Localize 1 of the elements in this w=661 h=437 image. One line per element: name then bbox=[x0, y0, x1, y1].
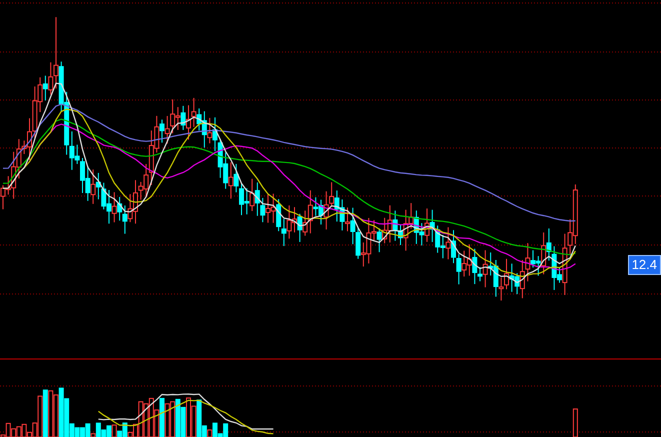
price-label: 12.4 bbox=[628, 255, 661, 275]
